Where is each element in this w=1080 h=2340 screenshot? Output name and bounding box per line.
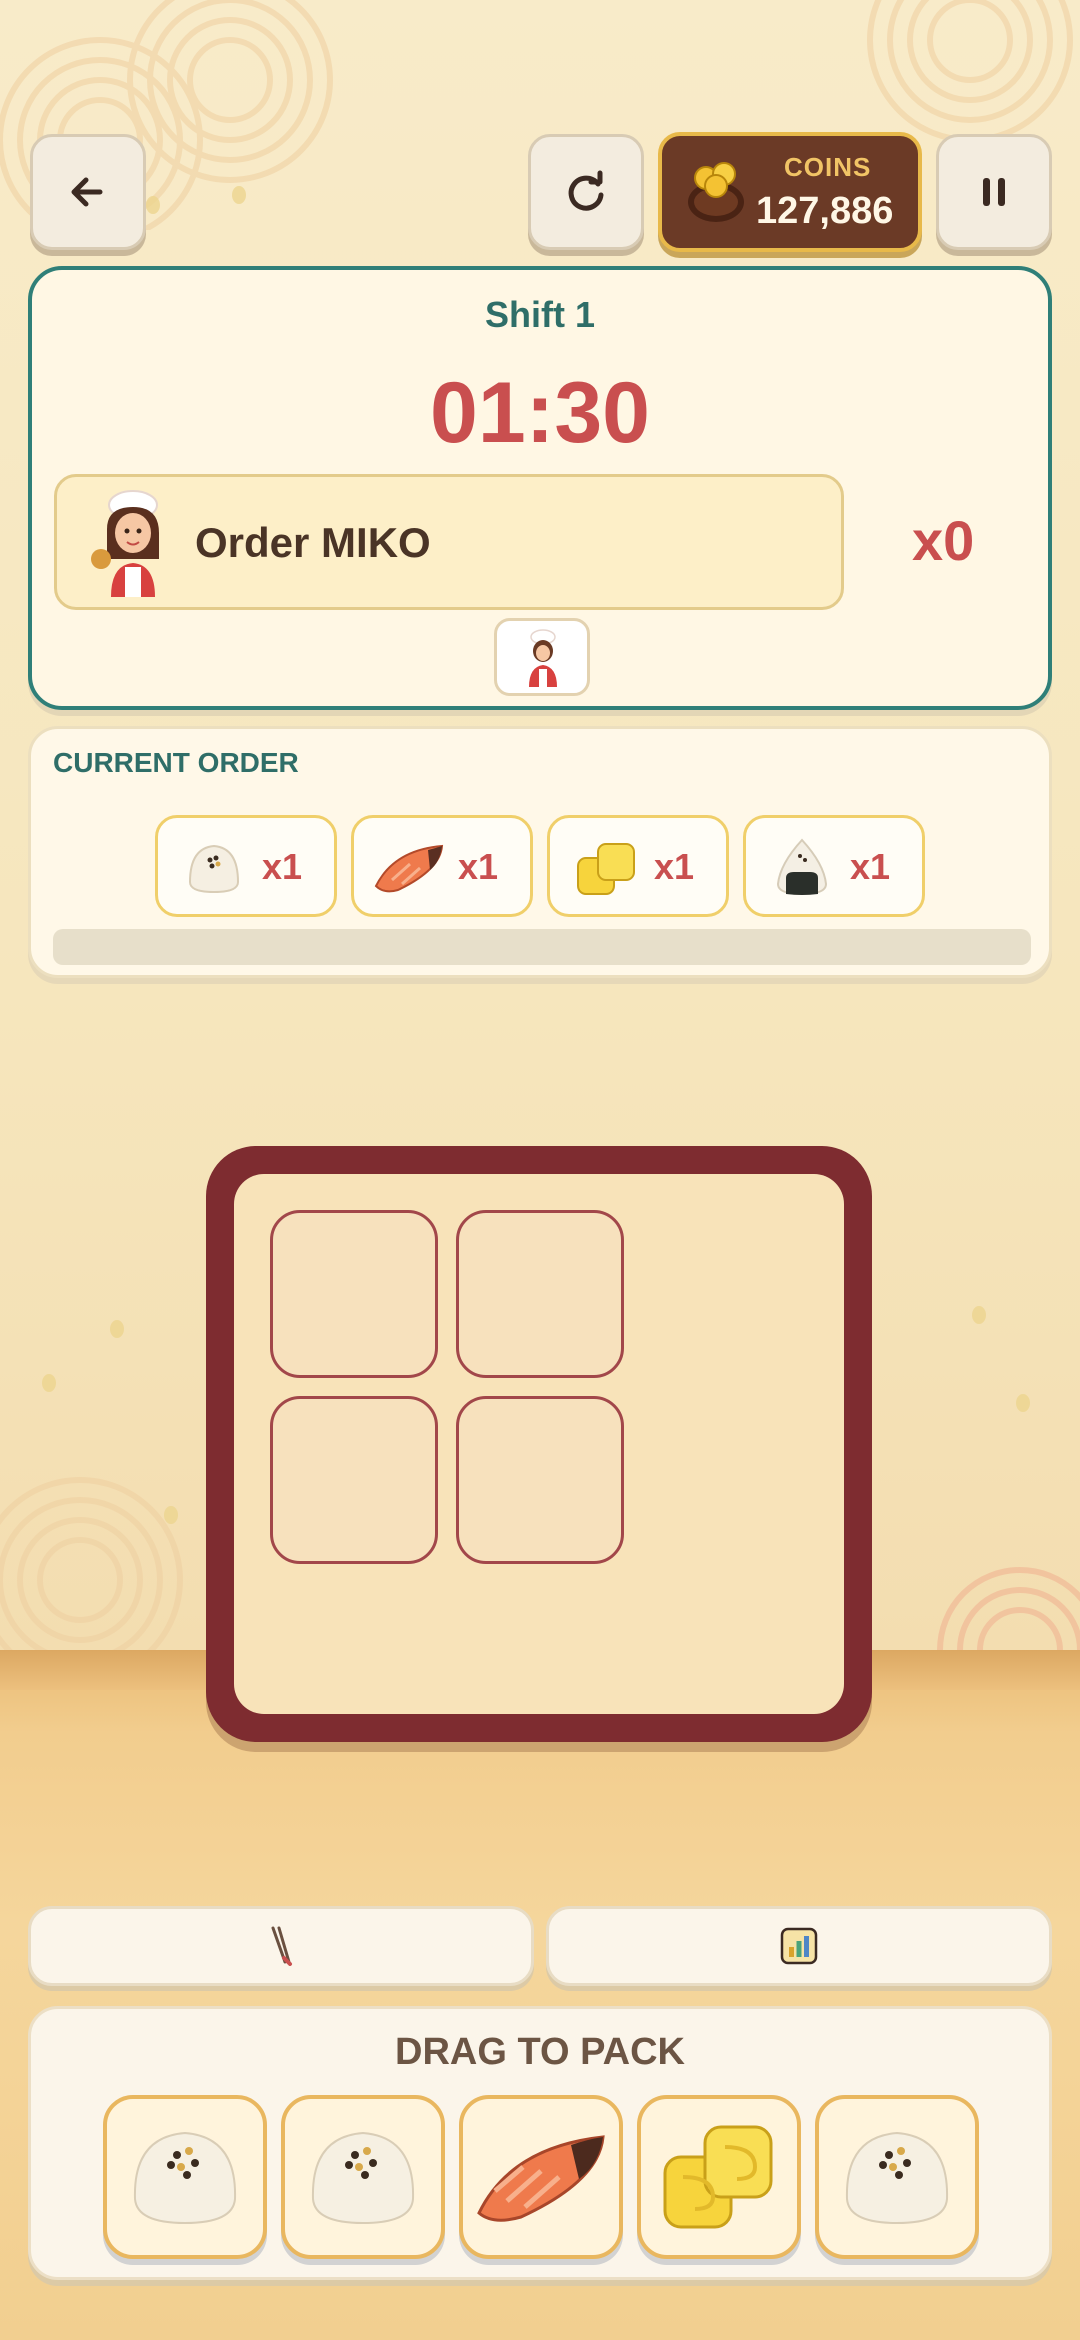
shift-label: Shift 1 xyxy=(484,294,595,335)
coins-value: 127,886 xyxy=(756,190,894,232)
decor-seed xyxy=(972,1306,986,1324)
stats-icon xyxy=(780,1927,818,1965)
order-item-chip: x1 xyxy=(351,815,533,917)
rice-ball-icon xyxy=(133,2131,237,2225)
rice-ball-icon xyxy=(188,844,240,894)
salmon-icon xyxy=(374,844,444,893)
decor-seed xyxy=(42,1374,56,1392)
back-button[interactable] xyxy=(30,134,146,250)
timer: 01:30 xyxy=(430,365,650,461)
pause-button[interactable] xyxy=(936,134,1052,250)
chef-avatar xyxy=(91,490,159,597)
bento-slot[interactable] xyxy=(270,1396,438,1564)
order-item-chip: x1 xyxy=(547,815,729,917)
decor-seed xyxy=(232,186,246,204)
tray-item-tamagoyaki[interactable] xyxy=(637,2095,801,2259)
bento-slot[interactable] xyxy=(456,1210,624,1378)
coin-bag-icon xyxy=(688,162,744,222)
order-item-qty: x1 xyxy=(850,846,891,887)
restart-button[interactable] xyxy=(528,134,644,250)
customer-queue-avatar xyxy=(494,618,590,696)
salmon-icon xyxy=(477,2135,605,2222)
order-item-qty: x1 xyxy=(654,846,695,887)
decor-seed xyxy=(1016,1394,1030,1412)
current-order-title: CURRENT ORDER xyxy=(53,747,299,778)
arrow-left-icon xyxy=(71,177,103,207)
tamagoyaki-icon xyxy=(663,2125,773,2229)
bento-slot[interactable] xyxy=(456,1396,624,1564)
ingredient-tray: DRAG TO PACK xyxy=(28,2006,1052,2280)
decor-seed xyxy=(164,1506,178,1524)
order-item-chip: x1 xyxy=(155,815,337,917)
bento-box-interior[interactable] xyxy=(234,1174,844,1714)
order-progress-bar xyxy=(53,929,1031,965)
tray-item-rice-ball[interactable] xyxy=(281,2095,445,2259)
coins-counter: COINS 127,886 xyxy=(658,132,922,252)
coins-label: COINS xyxy=(784,152,872,182)
tray-item-rice-ball[interactable] xyxy=(815,2095,979,2259)
chopsticks-button[interactable] xyxy=(28,1906,534,1986)
order-count: x0 xyxy=(912,509,975,572)
onigiri-icon xyxy=(776,838,828,896)
bento-box xyxy=(206,1146,872,1742)
stats-button[interactable] xyxy=(546,1906,1052,1986)
tray-title: DRAG TO PACK xyxy=(395,2031,685,2073)
bento-slot[interactable] xyxy=(270,1210,438,1378)
tray-item-salmon[interactable] xyxy=(459,2095,623,2259)
restart-icon xyxy=(568,170,604,211)
order-item-qty: x1 xyxy=(458,846,499,887)
tray-item-rice-ball[interactable] xyxy=(103,2095,267,2259)
decor-seed xyxy=(146,196,160,214)
decor-seed xyxy=(110,1320,124,1338)
order-item-chip: x1 xyxy=(743,815,925,917)
chopsticks-icon xyxy=(271,1926,292,1966)
pause-icon xyxy=(983,178,1005,206)
order-name: Order MIKO xyxy=(195,519,431,566)
order-item-qty: x1 xyxy=(262,846,303,887)
shift-panel: Shift 1 01:30 Order MIKO x0 xyxy=(28,266,1052,710)
current-order-panel: CURRENT ORDER x1 x1 x1 x1 xyxy=(28,726,1052,978)
rice-ball-icon xyxy=(311,2131,415,2225)
tamagoyaki-icon xyxy=(577,843,635,895)
rice-ball-icon xyxy=(845,2131,949,2225)
chef-mini-icon xyxy=(529,629,557,687)
customer-order-box: Order MIKO xyxy=(54,474,844,610)
